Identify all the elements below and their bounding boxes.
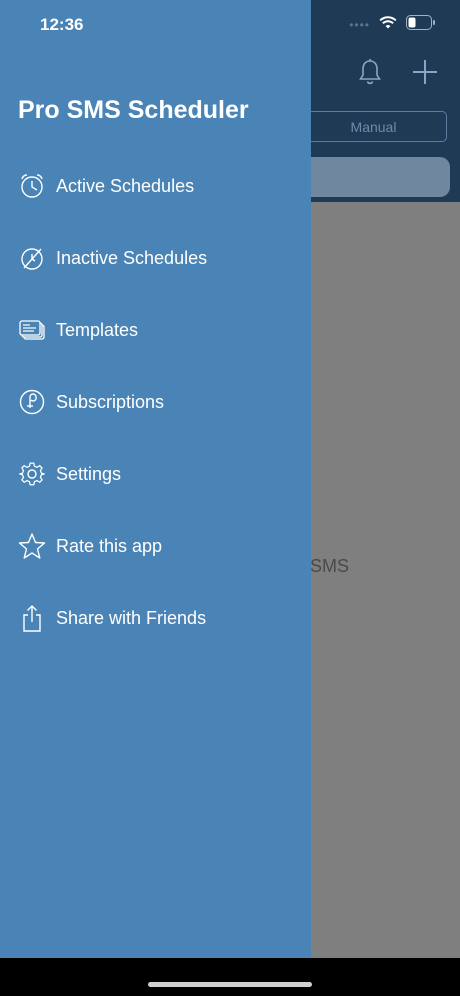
menu-item-inactive-schedules[interactable]: Inactive Schedules xyxy=(0,228,311,288)
menu-label: Subscriptions xyxy=(56,391,165,412)
segment-manual[interactable]: Manual xyxy=(300,111,447,142)
menu-item-rate-app[interactable]: Rate this app xyxy=(0,516,311,576)
wifi-icon xyxy=(378,14,398,35)
bell-icon[interactable] xyxy=(358,58,382,91)
menu-item-subscriptions[interactable]: Subscriptions xyxy=(0,372,311,432)
menu-label: Settings xyxy=(56,463,122,484)
share-icon xyxy=(17,603,47,633)
gear-icon xyxy=(17,459,47,489)
side-drawer: 12:36 Pro SMS Scheduler Active Schedules xyxy=(0,0,311,958)
screen: •••• Manual SMS 12:36 Pro SMS Scheduler … xyxy=(0,0,460,996)
subscriptions-icon xyxy=(17,387,47,417)
menu-label: Share with Friends xyxy=(56,607,207,628)
menu-label: Inactive Schedules xyxy=(56,247,208,268)
menu-label: Rate this app xyxy=(56,535,163,556)
templates-icon xyxy=(17,315,47,345)
background-toolbar xyxy=(358,58,438,91)
battery-icon xyxy=(406,14,436,35)
active-schedules-icon xyxy=(17,171,47,201)
empty-state-text: SMS xyxy=(310,556,350,576)
drawer-title: Pro SMS Scheduler xyxy=(18,96,249,124)
menu-item-templates[interactable]: Templates xyxy=(0,300,311,360)
search-bar[interactable] xyxy=(300,157,450,197)
bottom-bar xyxy=(0,958,460,996)
menu-label: Templates xyxy=(56,319,139,340)
star-icon xyxy=(17,531,47,561)
menu-label: Active Schedules xyxy=(56,175,195,196)
inactive-schedules-icon xyxy=(17,243,47,273)
home-indicator[interactable] xyxy=(148,982,312,987)
signal-dots: •••• xyxy=(349,17,370,32)
menu-item-share[interactable]: Share with Friends xyxy=(0,588,311,648)
status-time: 12:36 xyxy=(40,15,84,34)
menu-item-active-schedules[interactable]: Active Schedules xyxy=(0,156,311,216)
status-bar-right: •••• xyxy=(349,14,436,35)
menu-item-settings[interactable]: Settings xyxy=(0,444,311,504)
plus-icon[interactable] xyxy=(412,59,438,90)
